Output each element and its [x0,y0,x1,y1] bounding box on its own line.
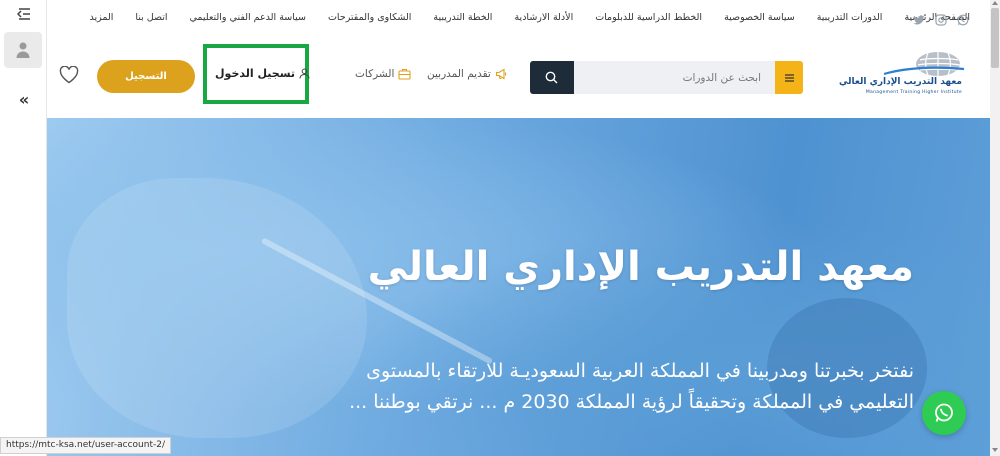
nav-link-support-policy[interactable]: سياسة الدعم الفني والتعليمي [190,12,306,23]
instagram-icon[interactable] [935,11,947,26]
hamburger-icon [784,73,794,82]
whatsapp-chat-button[interactable] [922,391,966,435]
nav-link-guides[interactable]: الأدلة الارشادية [514,12,573,23]
trainers-link[interactable]: تقديم المدربين [427,68,508,80]
nav-link-privacy[interactable]: سياسة الخصوصية [724,12,795,23]
heart-icon[interactable] [59,65,79,84]
side-rail: « [0,0,47,456]
login-label: تسجيل الدخول [215,67,296,80]
nav-link-diploma-plans[interactable]: الخطط الدراسية للدبلومات [595,12,702,23]
status-bar-url: https://mtc-ksa.net/user-account-2/ [0,437,171,454]
site-header: التسجيل تسجيل الدخول الشركات تقديم المدر… [47,36,990,114]
nav-link-courses[interactable]: الدورات التدريبية [817,12,883,23]
top-navigation: الصفحة الرئيسية الدورات التدريبية سياسة … [47,0,990,36]
search-button[interactable] [530,61,574,94]
page-scrollbar[interactable] [990,0,1000,456]
whatsapp-small-icon[interactable] [957,11,969,26]
logo-arabic-text: معهد التدريب الإداري العالي [839,77,962,87]
register-button[interactable]: التسجيل [97,60,195,93]
nav-link-complaints[interactable]: الشكاوى والمقترحات [328,12,411,23]
whatsapp-icon [935,403,953,422]
hero-title: معهد التدريب الإداري العالي [367,244,914,290]
logo-globe-icon [883,52,965,76]
search-icon [545,71,558,84]
user-outline-icon [299,68,310,79]
user-avatar[interactable] [4,32,42,68]
scroll-down-arrow-icon[interactable] [992,448,998,452]
user-icon [16,42,30,58]
login-link[interactable]: تسجيل الدخول [215,67,310,80]
search-input[interactable] [574,61,775,94]
hero-banner: معهد التدريب الإداري العالي نفتخر بخبرتن… [47,118,990,456]
briefcase-icon [398,68,411,80]
trainers-label: تقديم المدربين [427,68,491,80]
scroll-thumb[interactable] [991,8,999,68]
companies-link[interactable]: الشركات [355,68,411,80]
megaphone-icon [495,68,506,80]
collapse-menu-icon[interactable] [14,6,34,26]
twitter-icon[interactable] [913,11,925,25]
logo-english-text: Management Training Higher Institute [865,90,962,95]
categories-menu-button[interactable] [775,61,803,94]
companies-label: الشركات [355,68,395,80]
hero-description: نفتخر بخبرتنا ومدربينا في المملكة العربي… [349,360,914,413]
site-logo[interactable]: معهد التدريب الإداري العالي Management T… [839,50,966,100]
scroll-up-arrow-icon[interactable] [992,1,998,5]
expand-arrows-icon[interactable]: « [14,90,34,110]
nav-link-more[interactable]: المزيد [89,12,113,23]
nav-link-training-plan[interactable]: الخطة التدريبية [433,12,492,23]
nav-link-contact[interactable]: اتصل بنا [135,12,167,23]
